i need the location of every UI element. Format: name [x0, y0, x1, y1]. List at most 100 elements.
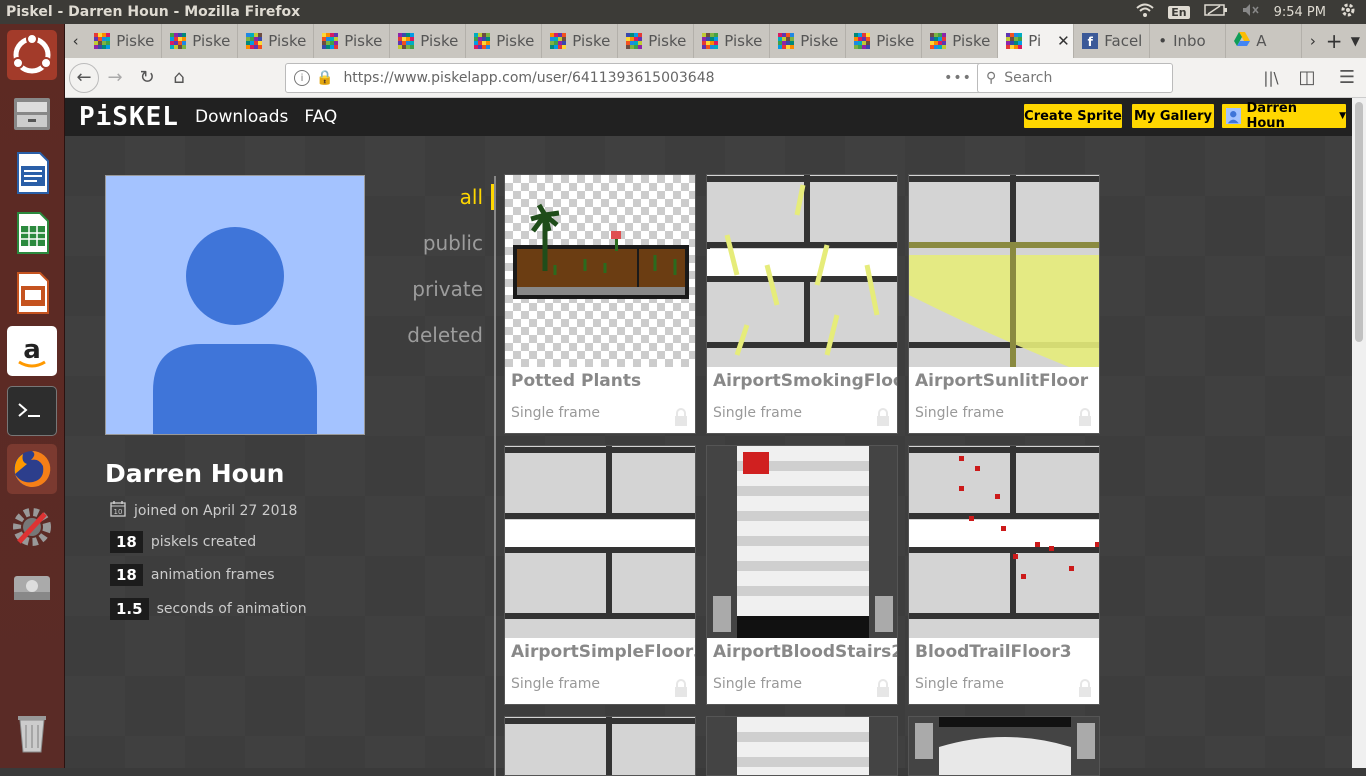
libreoffice-impress-icon[interactable]: [7, 268, 57, 318]
tab-scroll-left-icon[interactable]: ‹: [65, 32, 86, 50]
sprite-title[interactable]: BloodTrailFloor3: [915, 642, 1072, 662]
libreoffice-calc-icon[interactable]: [7, 208, 57, 258]
create-sprite-button[interactable]: Create Sprite: [1024, 104, 1122, 128]
sprite-thumbnail[interactable]: [909, 446, 1099, 638]
filter-private[interactable]: private: [412, 277, 483, 301]
browser-tab[interactable]: Piske: [542, 24, 619, 58]
my-gallery-button[interactable]: My Gallery: [1132, 104, 1214, 128]
library-icon[interactable]: ||\: [1255, 62, 1287, 94]
ubuntu-dash-icon[interactable]: [7, 30, 57, 80]
user-menu-button[interactable]: Darren Houn ▼: [1222, 101, 1346, 131]
sprite-card[interactable]: AirportSunlitFloor Single frame: [908, 174, 1100, 434]
browser-tab[interactable]: Piske: [390, 24, 467, 58]
browser-tab[interactable]: • Inbo: [1150, 24, 1227, 58]
sprite-card[interactable]: AirportSmokingFloor Single frame: [706, 174, 898, 434]
sprite-title[interactable]: AirportSmokingFloor: [713, 371, 897, 391]
lock-icon[interactable]: [875, 407, 891, 427]
sidebar-icon[interactable]: ◫: [1291, 62, 1323, 94]
sprite-thumbnail[interactable]: [707, 446, 897, 638]
chevron-down-icon: ▼: [1339, 111, 1346, 121]
menu-icon[interactable]: ☰: [1331, 62, 1363, 94]
firefox-icon[interactable]: [7, 444, 57, 494]
lock-icon[interactable]: [875, 678, 891, 698]
sprite-title[interactable]: AirportSunlitFloor: [915, 371, 1088, 391]
browser-tab[interactable]: Pi ✕: [998, 24, 1075, 58]
user-menu-label: Darren Houn: [1246, 101, 1297, 131]
sprite-card[interactable]: BloodTrailFloor3 Single frame: [908, 445, 1100, 705]
home-icon[interactable]: ⌂: [163, 62, 195, 94]
faq-link[interactable]: FAQ: [304, 107, 337, 127]
sprite-thumbnail[interactable]: [505, 717, 696, 776]
sprite-thumbnail[interactable]: [707, 717, 898, 776]
sprite-card[interactable]: [908, 716, 1100, 776]
sprite-thumbnail[interactable]: [505, 175, 695, 367]
sprite-thumbnail[interactable]: [909, 717, 1100, 776]
volume-muted-icon[interactable]: [1242, 3, 1260, 21]
svg-text:a: a: [23, 335, 41, 365]
system-settings-icon[interactable]: [7, 502, 57, 552]
page-scrollbar[interactable]: [1352, 98, 1366, 768]
browser-tab[interactable]: f Facel: [1074, 24, 1151, 58]
sprite-title[interactable]: AirportBloodStairs2: [713, 642, 897, 662]
piskel-logo[interactable]: PiSKEL: [79, 102, 179, 132]
downloads-link[interactable]: Downloads: [195, 107, 288, 127]
scrollbar-thumb[interactable]: [1355, 102, 1363, 342]
files-icon[interactable]: [7, 88, 57, 138]
browser-tab[interactable]: Piske: [86, 24, 163, 58]
battery-icon[interactable]: [1203, 3, 1228, 21]
browser-tab[interactable]: Piske: [770, 24, 847, 58]
sprite-card[interactable]: AirportBloodStairs2 Single frame: [706, 445, 898, 705]
clock[interactable]: 9:54 PM: [1274, 5, 1326, 20]
sprite-thumbnail[interactable]: [707, 175, 897, 367]
tab-list-icon[interactable]: ▼: [1345, 34, 1366, 48]
lock-icon[interactable]: [673, 407, 689, 427]
terminal-icon[interactable]: [7, 386, 57, 436]
new-tab-icon[interactable]: +: [1324, 29, 1345, 53]
tab-scroll-right-icon[interactable]: ›: [1302, 32, 1323, 50]
secure-lock-icon[interactable]: 🔒: [316, 70, 333, 86]
sprite-card[interactable]: AirportSimpleFloor3 Single frame: [504, 445, 696, 705]
browser-tab[interactable]: Piske: [238, 24, 315, 58]
browser-tab[interactable]: Piske: [314, 24, 391, 58]
reload-icon[interactable]: ↻: [131, 62, 163, 94]
forward-icon[interactable]: →: [99, 62, 131, 94]
close-tab-icon[interactable]: ✕: [1057, 32, 1070, 50]
browser-tab[interactable]: Piske: [618, 24, 695, 58]
page-actions-icon[interactable]: •••: [944, 70, 972, 86]
filter-public[interactable]: public: [423, 231, 483, 255]
sprite-card[interactable]: Potted Plants Single frame: [504, 174, 696, 434]
wifi-icon[interactable]: [1136, 3, 1154, 21]
sprite-thumbnail[interactable]: [505, 446, 695, 638]
sprite-card[interactable]: [706, 716, 898, 776]
browser-tab[interactable]: Piske: [162, 24, 239, 58]
lock-icon[interactable]: [1077, 407, 1093, 427]
sprite-card[interactable]: [504, 716, 696, 776]
back-icon[interactable]: ←: [69, 62, 99, 93]
browser-tab[interactable]: Piske: [846, 24, 923, 58]
url-bar[interactable]: i 🔒 https://www.piskelapp.com/user/64113…: [285, 63, 1030, 93]
lock-icon[interactable]: [673, 678, 689, 698]
browser-tab[interactable]: Piske: [466, 24, 543, 58]
url-text[interactable]: https://www.piskelapp.com/user/641139361…: [343, 70, 944, 86]
disk-drive-icon[interactable]: [7, 562, 57, 612]
browser-tab[interactable]: Piske: [922, 24, 999, 58]
search-field[interactable]: ⚲ Search: [977, 63, 1173, 93]
filter-all[interactable]: all: [460, 185, 483, 209]
sprite-thumbnail[interactable]: [909, 175, 1099, 367]
settings-gear-icon[interactable]: [1340, 2, 1356, 22]
sprite-title[interactable]: Potted Plants: [511, 371, 641, 391]
filter-deleted[interactable]: deleted: [407, 323, 483, 347]
sprite-title[interactable]: AirportSimpleFloor3: [511, 642, 695, 662]
info-icon[interactable]: i: [294, 70, 310, 86]
keyboard-layout-indicator[interactable]: En: [1168, 5, 1190, 19]
trash-icon[interactable]: [7, 708, 57, 758]
profile-name: Darren Houn: [105, 459, 285, 488]
stat-number: 18: [110, 564, 143, 586]
tab-label: Piske: [952, 32, 991, 50]
browser-tab[interactable]: Piske: [694, 24, 771, 58]
lock-icon[interactable]: [1077, 678, 1093, 698]
amazon-icon[interactable]: a: [7, 326, 57, 376]
tab-label: Piske: [116, 32, 155, 50]
browser-tab[interactable]: A: [1226, 24, 1303, 58]
libreoffice-writer-icon[interactable]: [7, 148, 57, 198]
